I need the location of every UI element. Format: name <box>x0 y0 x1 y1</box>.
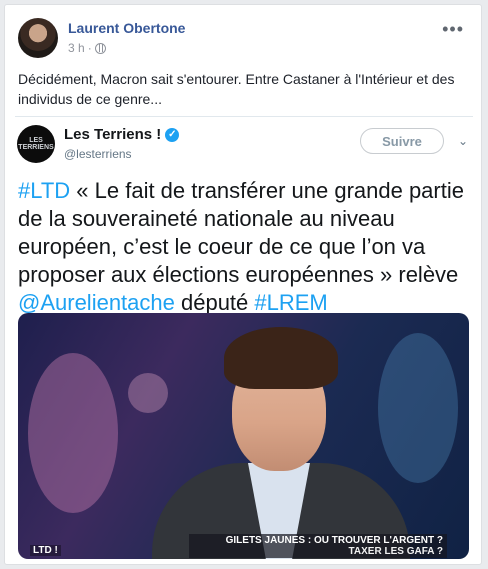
background-figure <box>28 353 118 513</box>
tv-logo: LTD ! <box>30 545 61 556</box>
person-hair <box>224 327 338 389</box>
tweet-body: « Le fait de transférer une grande parti… <box>18 178 464 287</box>
post-status-text: Décidément, Macron sait s'entourer. Entr… <box>18 71 455 107</box>
hashtag-link[interactable]: #LTD <box>18 178 70 203</box>
globe-icon[interactable] <box>94 42 106 54</box>
chevron-down-icon[interactable]: ⌄ <box>458 134 468 148</box>
tweet-media-image[interactable]: GILETS JAUNES : OU TROUVER L'ARGENT ? TA… <box>18 313 469 559</box>
tweet-middle: député <box>174 290 255 315</box>
tweet-avatar-logo: LES TERRIENS <box>18 137 54 151</box>
facebook-post: Laurent Obertone 3 h · ••• Décidément, M… <box>4 4 482 565</box>
follow-button[interactable]: Suivre <box>360 128 444 154</box>
author-name[interactable]: Laurent Obertone <box>68 20 185 36</box>
post-header: Laurent Obertone 3 h · ••• <box>18 18 470 62</box>
caption-line-2: TAXER LES GAFA ? <box>348 546 443 557</box>
background-light <box>128 373 168 413</box>
tweet-text: #LTD « Le fait de transférer une grande … <box>18 177 473 317</box>
embedded-tweet[interactable]: LES TERRIENS Les Terriens ! ✓ @lesterrie… <box>15 116 473 560</box>
tweet-author[interactable]: Les Terriens ! ✓ <box>64 126 180 143</box>
verified-icon: ✓ <box>165 127 180 142</box>
background-figure <box>378 333 458 483</box>
caption-line-1: GILETS JAUNES : OU TROUVER L'ARGENT ? <box>225 535 443 546</box>
more-options-icon[interactable]: ••• <box>442 20 464 38</box>
hashtag-link[interactable]: #LREM <box>254 290 327 315</box>
post-meta: 3 h · <box>68 41 106 55</box>
tweet-handle[interactable]: @lesterriens <box>64 147 132 161</box>
author-avatar[interactable] <box>18 18 58 58</box>
mention-link[interactable]: @Aurelientache <box>18 290 175 315</box>
post-time[interactable]: 3 h <box>68 41 85 55</box>
tweet-avatar[interactable]: LES TERRIENS <box>17 125 55 163</box>
tweet-author-name: Les Terriens ! <box>64 126 162 143</box>
separator-dot: · <box>87 41 92 55</box>
tv-caption: GILETS JAUNES : OU TROUVER L'ARGENT ? TA… <box>189 534 447 558</box>
